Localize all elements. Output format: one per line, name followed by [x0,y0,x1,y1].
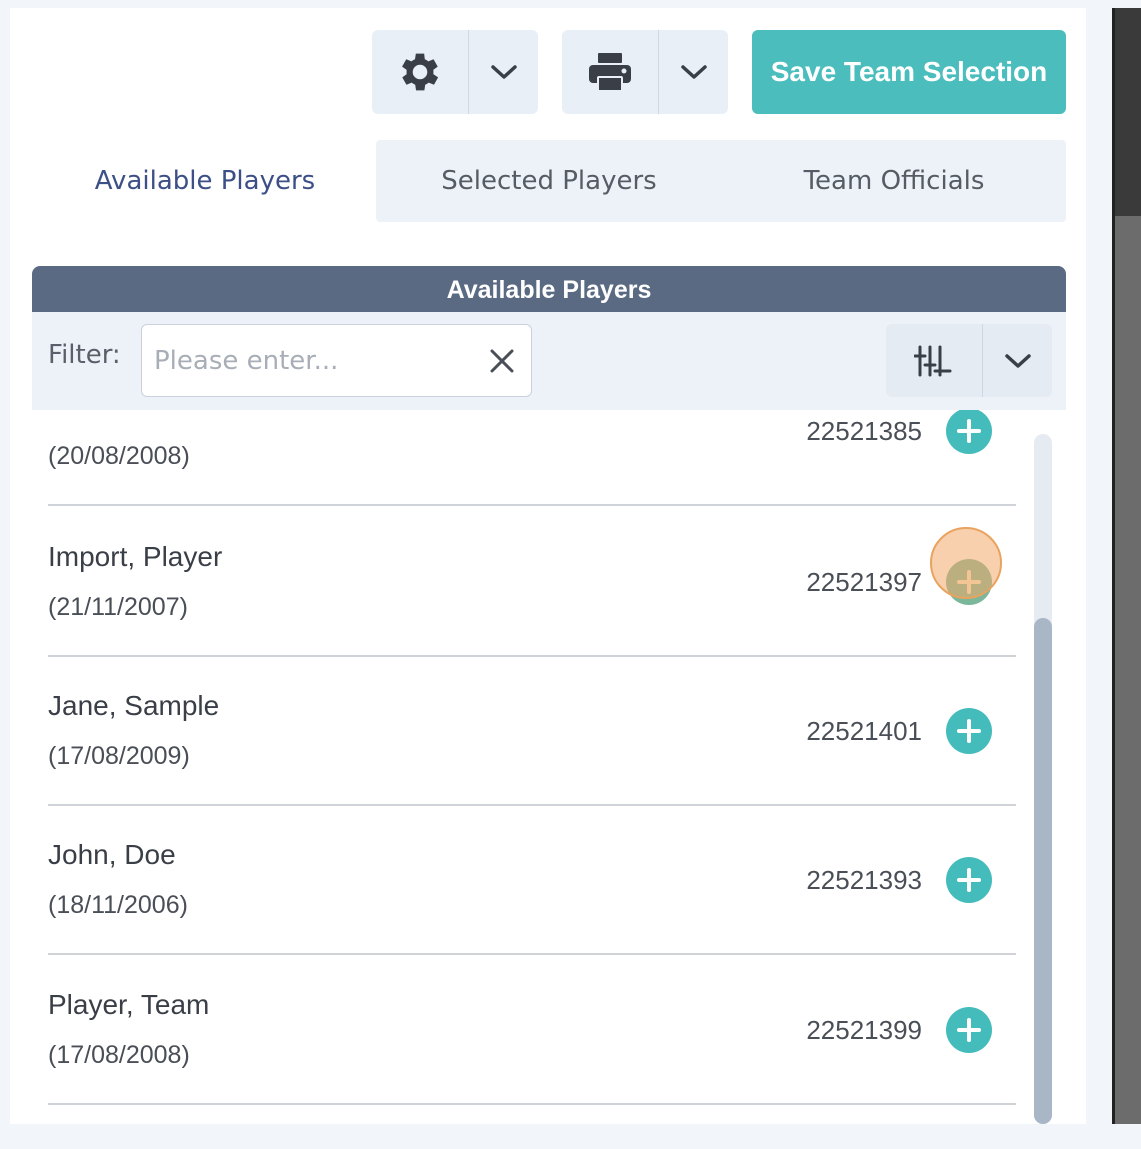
filter-options-button[interactable] [886,324,982,397]
gear-icon [402,53,439,91]
tab-selected-players[interactable]: Selected Players [376,140,722,222]
add-player-button[interactable] [946,708,992,754]
add-player-button[interactable] [946,1007,992,1053]
list-item: Import, Player (21/11/2007) 22521397 [48,507,1016,657]
plus-icon [957,719,981,743]
add-player-button[interactable] [946,410,992,454]
sliders-icon [914,345,952,376]
tab-available-players[interactable]: Available Players [34,140,376,222]
right-edge-panel-lower [1114,216,1141,1124]
plus-icon [957,1018,981,1042]
player-id: 22521385 [806,416,922,446]
player-dob: (17/08/2008) [48,1041,190,1069]
add-player-button[interactable] [946,857,992,903]
filter-field [141,324,532,397]
settings-button[interactable] [372,30,468,114]
chevron-down-icon [680,65,707,79]
player-dob: (20/08/2008) [48,442,190,470]
close-icon [490,349,514,373]
player-name: John, Doe [48,839,176,870]
right-edge-divider [1112,8,1115,1124]
section-title: Available Players [32,266,1066,314]
filter-label: Filter: [48,340,121,370]
print-button[interactable] [562,30,658,114]
player-id: 22521393 [806,865,922,895]
print-dropdown-toggle[interactable] [659,30,728,114]
plus-icon [957,868,981,892]
chevron-down-icon [1004,353,1031,368]
filter-options-group [886,324,1052,397]
list-item: Player, Team (17/08/2008) 22521399 [48,955,1016,1105]
chevron-down-icon [490,65,517,79]
filter-options-dropdown-toggle[interactable] [983,324,1052,397]
player-name: Jane, Sample [48,690,220,721]
player-name: Import, Player [48,541,223,572]
print-button-group [562,30,728,114]
click-highlight [930,527,1002,599]
scrollbar-thumb[interactable] [1034,618,1052,1124]
printer-icon [589,53,631,92]
save-team-selection-button[interactable]: Save Team Selection [752,30,1066,114]
clear-filter-button[interactable] [482,341,522,381]
player-dob: (17/08/2009) [48,742,190,770]
settings-dropdown-toggle[interactable] [469,30,538,114]
filter-input[interactable] [154,337,474,385]
player-id: 22521399 [806,1015,922,1045]
list-item: John, Doe (18/11/2006) 22521393 [48,805,1016,955]
tab-team-officials[interactable]: Team Officials [722,140,1066,222]
settings-button-group [372,30,538,114]
right-edge-panel [1114,8,1141,216]
plus-icon [957,419,981,443]
player-dob: (21/11/2007) [48,593,188,621]
player-id: 22521397 [806,567,922,597]
player-name: Player, Team [48,989,210,1020]
list-item: Jane, Sample (17/08/2009) 22521401 [48,656,1016,806]
list-item: (20/08/2008) 22521385 [48,410,1016,506]
available-players-list: (20/08/2008) 22521385 Import, Player (21… [34,410,1034,1124]
player-id: 22521401 [806,716,922,746]
player-dob: (18/11/2006) [48,891,188,919]
